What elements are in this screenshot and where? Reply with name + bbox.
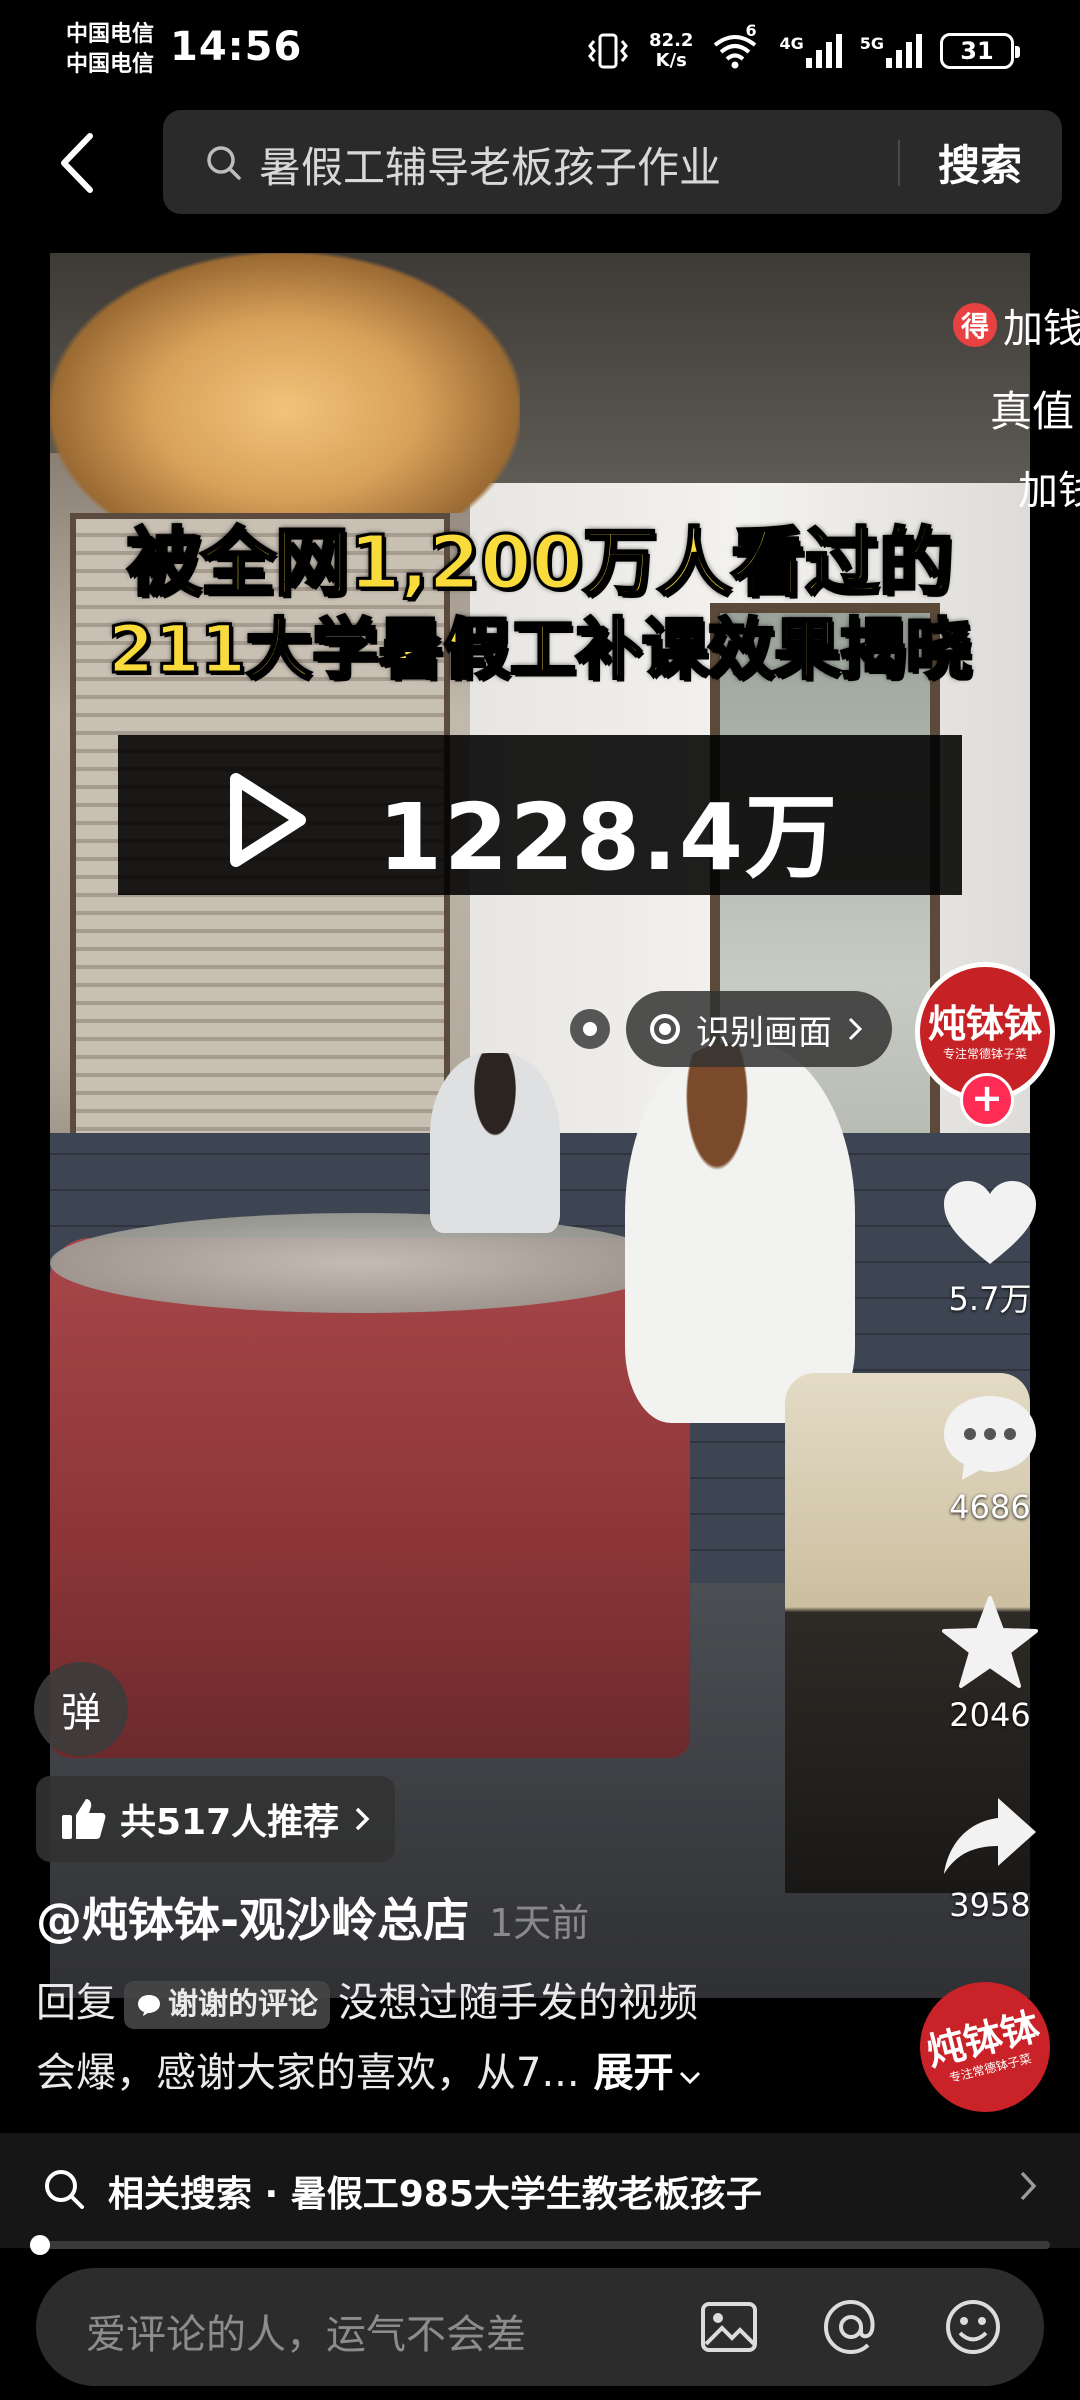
- play-icon: [230, 773, 306, 867]
- follow-button[interactable]: +: [960, 1073, 1014, 1127]
- share-icon: [944, 1798, 1036, 1874]
- description-line-1: 没想过随手发的视频: [338, 1980, 698, 2026]
- net-5g-label: 5G: [859, 34, 884, 53]
- comment-input-bar[interactable]: 爱评论的人，运气不会差: [36, 2268, 1044, 2386]
- author-line: @炖钵钵-观沙岭总店 1天前: [36, 1884, 589, 1950]
- progress-knob[interactable]: [30, 2235, 51, 2255]
- video-scene-lamp: [50, 253, 520, 513]
- avatar-text: 炖钵钵: [927, 1001, 1042, 1046]
- recommend-label: 共517人推荐: [120, 1802, 340, 1843]
- identify-label: 识别画面: [696, 1012, 832, 1053]
- like-count: 5.7万: [948, 1280, 1032, 1318]
- ad-line-1: 加钱: [1003, 306, 1080, 352]
- net-speed-value: 82.2: [649, 30, 694, 51]
- search-input[interactable]: 暑假工辅导老板孩子作业: [259, 134, 721, 195]
- chevron-right-icon: [848, 1017, 863, 1041]
- signal-4g: 4G: [779, 34, 842, 68]
- at-mention-icon[interactable]: [820, 2296, 882, 2358]
- status-icons: 82.2 K/s 6 4G 5G 31: [585, 21, 1020, 76]
- view-count: 1228.4万: [378, 784, 840, 891]
- recommend-button[interactable]: 共517人推荐: [36, 1776, 396, 1862]
- favorite-count: 2046: [949, 1696, 1031, 1734]
- description-line-2: 会爆，感谢大家的喜欢，从7...: [36, 2050, 580, 2096]
- chevron-down-icon: [679, 2071, 700, 2085]
- favorite-button[interactable]: 2046: [920, 1594, 1060, 1734]
- reply-prefix: 回复: [36, 1980, 116, 2026]
- comment-button[interactable]: 4686: [920, 1392, 1060, 1526]
- video-player[interactable]: 被全网1,200万人看过的 211大学暑假工补课效果揭晓 1228.4万 识别画…: [50, 253, 1030, 1998]
- video-headline: 被全网1,200万人看过的 211大学暑假工补课效果揭晓: [50, 518, 1030, 692]
- expand-label: 展开: [593, 2050, 674, 2096]
- search-icon: [45, 2170, 84, 2209]
- status-bar: 中国电信 中国电信 14:56 82.2 K/s 6 4G 5G 31: [0, 0, 1080, 100]
- comment-input[interactable]: 爱评论的人，运气不会差: [86, 2302, 526, 2360]
- comment-count: 4686: [949, 1488, 1031, 1526]
- avatar-subtext: 专注常德钵子菜: [942, 1046, 1027, 1061]
- comment-icon: [944, 1396, 1036, 1480]
- danmu-toggle-button[interactable]: 弹: [34, 1662, 128, 1756]
- identify-button[interactable]: 识别画面: [626, 991, 892, 1067]
- view-count-banner: 1228.4万: [118, 735, 962, 895]
- clock: 14:56: [170, 24, 303, 70]
- vibrate-icon: [588, 33, 628, 69]
- heart-icon: [944, 1181, 1036, 1264]
- video-scene-person: [430, 1053, 560, 1233]
- wifi-icon: 6: [711, 21, 761, 71]
- headline-line-1: 被全网1,200万人看过的: [125, 519, 954, 608]
- reply-chip[interactable]: 谢谢的评论: [124, 1981, 330, 2029]
- search-button[interactable]: 搜索: [938, 132, 1022, 193]
- emoji-icon[interactable]: [942, 2296, 1004, 2358]
- headline-line-2: 211大学暑假工补课效果揭晓: [107, 610, 974, 690]
- like-button[interactable]: 5.7万: [920, 1178, 1060, 1320]
- comment-bubble-icon: [138, 1995, 160, 2016]
- carrier-labels: 中国电信 中国电信: [66, 20, 154, 80]
- video-scene-person: [625, 1043, 855, 1423]
- dot-button[interactable]: [570, 1009, 610, 1049]
- search-divider: [898, 140, 900, 186]
- net-4g-label: 4G: [779, 34, 804, 53]
- share-count: 3958: [949, 1886, 1031, 1924]
- net-speed-unit: K/s: [655, 50, 687, 71]
- image-icon[interactable]: [698, 2296, 760, 2358]
- ad-line-2: 真值: [990, 387, 1075, 436]
- reply-chip-label: 谢谢的评论: [168, 1987, 318, 2022]
- wifi-6-label: 6: [745, 21, 757, 40]
- thumbs-up-icon: [62, 1799, 106, 1839]
- video-scene-table: [50, 1238, 690, 1758]
- related-search-label: 相关搜索 · 暑假工985大学生教老板孩子: [108, 2174, 762, 2215]
- chevron-right-icon: [355, 1807, 370, 1831]
- carrier-2: 中国电信: [66, 52, 155, 77]
- search-icon: [207, 146, 241, 180]
- related-search-bar[interactable]: 相关搜索 · 暑假工985大学生教老板孩子: [0, 2133, 1080, 2248]
- ad-line-3: 加钱: [1018, 468, 1080, 514]
- signal-bars-icon: [886, 34, 922, 68]
- chevron-right-icon: [1020, 2171, 1037, 2201]
- signal-5g: 5G: [860, 34, 922, 68]
- identify-controls: 识别画面: [570, 991, 892, 1067]
- author-name[interactable]: @炖钵钵-观沙岭总店: [36, 1893, 469, 1947]
- signal-bars-icon: [805, 34, 842, 68]
- post-time: 1天前: [489, 1901, 590, 1945]
- video-description[interactable]: 回复 谢谢的评论 没想过随手发的视频 会爆，感谢大家的喜欢，从7... 展开: [36, 1968, 866, 2108]
- net-speed: 82.2 K/s: [649, 31, 693, 71]
- share-button[interactable]: 3958: [920, 1794, 1060, 1924]
- carrier-1: 中国电信: [66, 22, 155, 47]
- expand-button[interactable]: 展开: [594, 2050, 702, 2096]
- back-arrow-icon[interactable]: [52, 128, 102, 198]
- video-scene-tabletop: [50, 1213, 670, 1313]
- battery-icon: 31: [940, 33, 1020, 69]
- identify-icon: [650, 1014, 680, 1044]
- video-progress-bar[interactable]: [30, 2235, 1050, 2255]
- ad-badge: 得: [953, 303, 997, 347]
- star-icon: [942, 1596, 1038, 1688]
- search-bar[interactable]: 暑假工辅导老板孩子作业 搜索: [163, 110, 1062, 214]
- ad-tag[interactable]: 得 加钱: [953, 296, 1080, 354]
